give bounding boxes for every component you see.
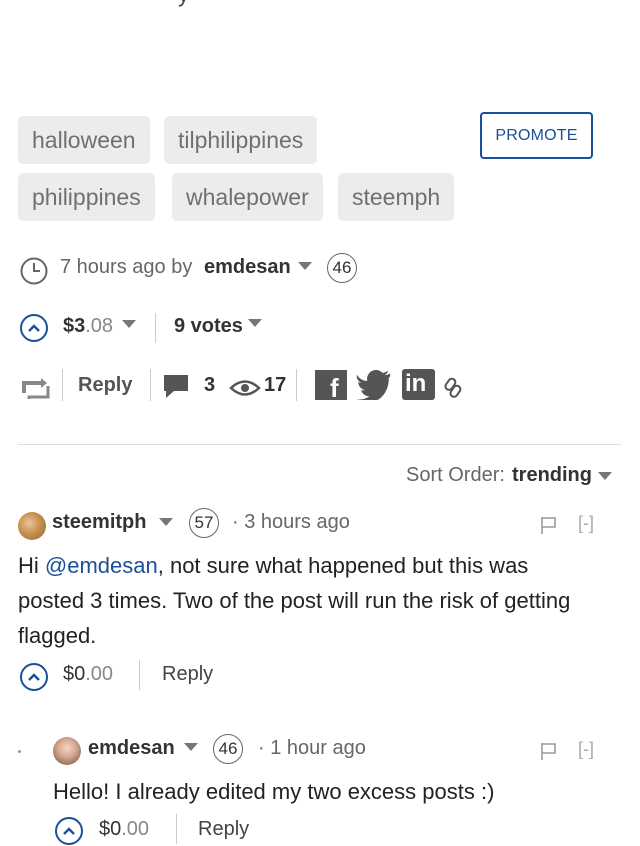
comment-payout[interactable]: $0.00 <box>99 818 149 841</box>
tag-steemph[interactable]: steemph <box>338 173 455 221</box>
payout-main: $0 <box>63 663 86 685</box>
post-payout[interactable]: $3.08 <box>63 315 113 338</box>
divider <box>150 369 151 401</box>
divider <box>62 369 63 401</box>
comment-author-dropdown-caret[interactable] <box>184 743 198 751</box>
chevron-up-icon <box>28 324 40 332</box>
divider <box>296 369 297 401</box>
sort-order-label: Sort Order: <box>406 464 505 486</box>
comment-author[interactable]: steemitph <box>52 511 146 534</box>
promote-button[interactable]: PROMOTE <box>480 112 593 159</box>
payout-decimal: .00 <box>121 818 150 840</box>
comment-upvote-button[interactable] <box>55 817 83 845</box>
divider <box>176 814 177 844</box>
avatar[interactable] <box>53 737 81 765</box>
comment-line: flagged. <box>18 623 97 648</box>
upvote-button[interactable] <box>20 314 48 342</box>
mention-link[interactable]: @emdesan <box>45 553 158 578</box>
reblog-icon[interactable] <box>19 375 51 399</box>
view-count: 17 <box>264 374 287 396</box>
linkedin-icon[interactable]: in <box>402 369 435 400</box>
payout-decimal: .00 <box>85 663 114 685</box>
tag-philippines[interactable]: philippines <box>18 173 155 221</box>
comment-icon <box>164 375 188 398</box>
divider <box>155 313 156 343</box>
flag-icon[interactable] <box>540 741 558 761</box>
comment-time[interactable]: · 3 hours ago <box>232 511 350 534</box>
author-dropdown-caret[interactable] <box>298 262 312 270</box>
post-reply-button[interactable]: Reply <box>78 374 132 397</box>
comment-time-text: 1 hour ago <box>270 737 366 759</box>
comment-text: , not sure what happened but this was <box>157 553 529 578</box>
thread-dot <box>18 750 21 753</box>
comment-count: 3 <box>204 374 216 396</box>
comment-upvote-button[interactable] <box>20 663 48 691</box>
tag-tilphilippines[interactable]: tilphilippines <box>164 116 318 164</box>
author-reputation-badge: 46 <box>327 253 357 283</box>
eye-icon <box>229 380 261 396</box>
sort-dropdown-caret[interactable] <box>598 472 612 480</box>
cut-off-text: y <box>178 0 189 8</box>
comment-line: Hi @emdesan, not sure what happened but … <box>18 548 618 583</box>
post-time: 7 hours ago by <box>60 256 193 278</box>
tag-halloween[interactable]: halloween <box>18 116 150 164</box>
payout-dropdown-caret[interactable] <box>122 320 136 328</box>
comment-time-text: 3 hours ago <box>244 511 350 533</box>
comment-author-reputation-badge: 57 <box>189 508 219 538</box>
comment-payout[interactable]: $0.00 <box>63 663 113 686</box>
sort-order-value[interactable]: trending <box>512 464 592 487</box>
comment-body: Hi @emdesan, not sure what happened but … <box>18 548 618 653</box>
tag-whalepower[interactable]: whalepower <box>172 173 323 221</box>
comment-text: Hi <box>18 553 45 578</box>
comment-body: Hello! I already edited my two excess po… <box>53 779 495 804</box>
twitter-icon[interactable] <box>356 370 392 400</box>
post-author[interactable]: emdesan <box>204 256 291 279</box>
collapse-toggle[interactable]: [-] <box>578 739 594 760</box>
clock-icon <box>20 257 48 285</box>
comment-reply-button[interactable]: Reply <box>198 818 249 841</box>
divider <box>139 660 140 690</box>
comment-line: posted 3 times. Two of the post will run… <box>18 588 571 613</box>
link-icon[interactable] <box>442 375 464 399</box>
comment-author[interactable]: emdesan <box>88 737 175 760</box>
votes-count[interactable]: 9 votes <box>174 315 243 338</box>
avatar[interactable] <box>18 512 46 540</box>
comment-author-reputation-badge: 46 <box>213 734 243 764</box>
votes-dropdown-caret[interactable] <box>248 319 262 327</box>
payout-main: $3 <box>63 315 86 337</box>
collapse-toggle[interactable]: [-] <box>578 513 594 534</box>
chevron-up-icon <box>28 673 40 681</box>
flag-icon[interactable] <box>540 515 558 535</box>
chevron-up-icon <box>63 827 75 835</box>
facebook-icon[interactable]: f <box>315 370 347 401</box>
comment-author-dropdown-caret[interactable] <box>159 518 173 526</box>
comment-time[interactable]: · 1 hour ago <box>258 737 366 760</box>
payout-decimal: .08 <box>85 315 114 337</box>
comment-reply-button[interactable]: Reply <box>162 663 213 686</box>
payout-main: $0 <box>99 818 122 840</box>
section-divider <box>18 444 621 445</box>
